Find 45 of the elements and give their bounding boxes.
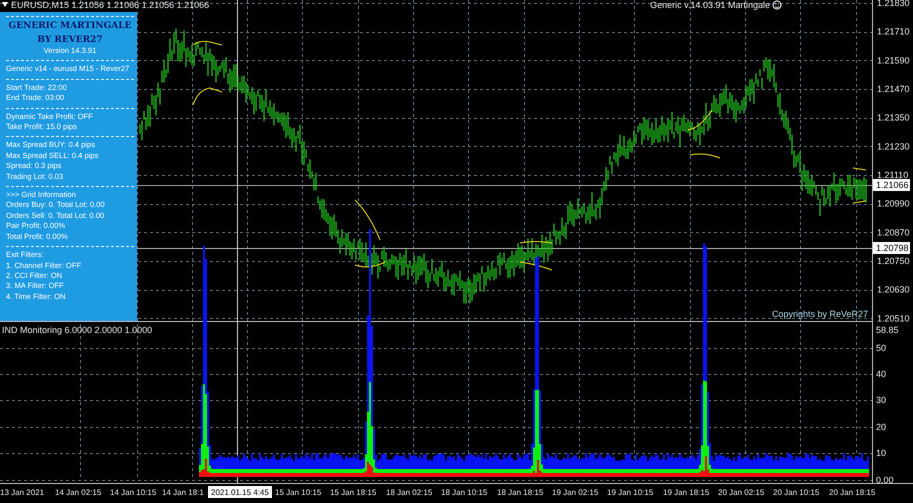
price-axis-label: 1.21350 xyxy=(877,112,910,123)
time-axis-label: 14 Jan 02:15 xyxy=(55,488,102,497)
indicator-axis-label: 30 xyxy=(876,395,886,405)
price-axis-label: 1.21590 xyxy=(877,55,910,66)
indicator-axis-label: 10 xyxy=(876,448,886,458)
price-axis-label: 1.21710 xyxy=(877,26,910,37)
cursor-time-marker: 2021.01.15 4:45 xyxy=(208,486,272,498)
price-axis-label: 1.21230 xyxy=(877,141,910,152)
time-axis-label: 18 Jan 18:15 xyxy=(497,488,544,497)
price-axis-label: 1.20510 xyxy=(877,313,910,324)
price-axis-label: 1.20990 xyxy=(877,198,910,209)
indicator-axis-label: 0.00 xyxy=(876,475,894,485)
price-marker: 1.21066 xyxy=(873,179,910,191)
indicator-title: IND Monitoring 6.0000 2.0000 1.0000 xyxy=(2,325,152,335)
time-axis-label: 20 Jan 10:15 xyxy=(773,488,820,497)
dropdown-triangle-icon[interactable] xyxy=(2,2,8,7)
panel-title: GENERIC MARTINGALE xyxy=(8,20,132,32)
smiley-icon xyxy=(772,0,782,10)
price-axis-label: 1.20630 xyxy=(877,284,910,295)
indicator-axis-label: 40 xyxy=(876,369,886,379)
chart-symbol-quotes: EURUSD,M15 1.21056 1.21066 1.21056 1.21066 xyxy=(11,0,210,10)
price-marker: 1.20798 xyxy=(873,242,910,254)
indicator-axis-label: 50 xyxy=(876,343,886,353)
price-axis-label: 1.21470 xyxy=(877,84,910,94)
panel-title: BY REVER27 xyxy=(36,34,104,46)
time-axis-label: 15 Jan 10:15 xyxy=(275,488,322,497)
time-axis-label: 14 Jan 18:1 xyxy=(162,488,204,497)
time-axis-label: 19 Jan 10:15 xyxy=(607,488,654,497)
copyright-text: Copyrights by ReVeR27 xyxy=(772,309,868,319)
time-axis-label: 19 Jan 18:15 xyxy=(663,488,710,497)
time-axis-label: 15 Jan 18:15 xyxy=(330,488,376,497)
price-axis-label: 1.20870 xyxy=(877,227,910,238)
price-axis-label: 1.20750 xyxy=(877,256,910,266)
time-axis-label: 19 Jan 02:15 xyxy=(552,488,598,497)
time-axis-label: 18 Jan 02:15 xyxy=(386,488,432,497)
time-axis-label: 18 Jan 10:15 xyxy=(441,488,488,497)
time-axis-label: 14 Jan 10:15 xyxy=(110,488,156,497)
price-axis-label: 1.21830 xyxy=(877,0,910,8)
price-axis-label: 1.21110 xyxy=(877,170,908,180)
indicator-axis-label: 20 xyxy=(876,422,886,432)
time-axis-label: 20 Jan 02:15 xyxy=(718,488,764,497)
expert-label: Generic v.14.03.91 Martingale xyxy=(650,0,770,10)
time-axis-label: 13 Jan 2021 xyxy=(0,488,44,497)
time-axis-label: 20 Jan 18:15 xyxy=(829,488,876,497)
indicator-axis-label: 58.85 xyxy=(876,325,899,335)
